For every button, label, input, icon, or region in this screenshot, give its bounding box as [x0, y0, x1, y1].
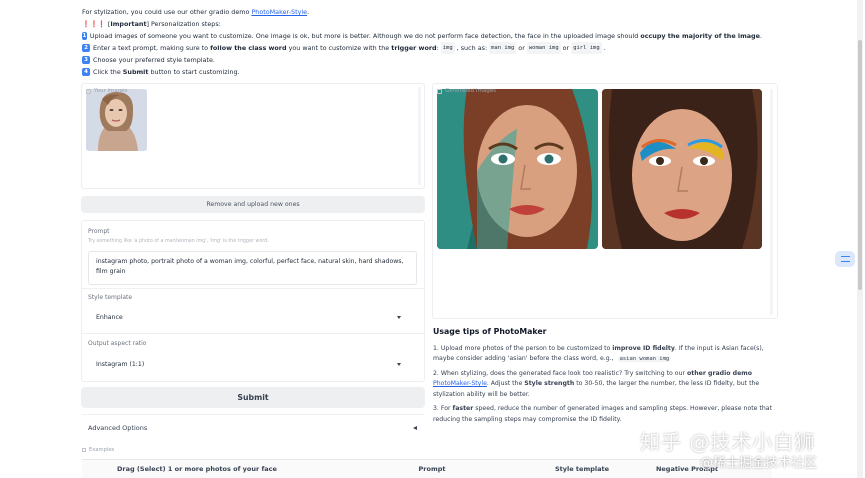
step-4-text-b: button to start customizing. [150, 68, 240, 76]
step-2-text-b: you want to customize with the [288, 44, 390, 52]
stylization-line: For stylization, you could use our other… [82, 6, 762, 18]
step-2: 2 Enter a text prompt, making sure to fo… [82, 42, 762, 54]
your-images-label: Your images [86, 88, 128, 94]
step-2-bold: follow the class word [210, 44, 287, 52]
step-1: 1 Upload images of someone you want to c… [82, 30, 762, 42]
tip-2-bold-2: Style strength [524, 380, 575, 387]
step-2-text: Enter a text prompt, making sure to [93, 44, 209, 52]
instructions: For stylization, you could use our other… [82, 6, 762, 78]
tip-2-text: 2. When stylizing, does the generated fa… [433, 369, 686, 377]
step-1-bold: occupy the majority of the image [640, 32, 760, 40]
step-4: 4 Click the Submit button to start custo… [82, 66, 762, 78]
step-2-colon: : [436, 44, 439, 52]
number-1-icon: 1 [82, 32, 87, 40]
step-1-end: . [759, 32, 762, 40]
important-line: ❗❗❗ [Important] Personalization steps: [82, 18, 762, 30]
aspect-ratio-select[interactable]: Instagram (1:1) [81, 355, 417, 373]
step-2-or-2: or [562, 44, 570, 52]
generated-image-1[interactable] [437, 89, 598, 249]
column-header: Drag (Select) 1 or more photos of your f… [117, 465, 277, 473]
list-icon [82, 448, 86, 452]
tip-3: 3. For faster speed, reduce the number o… [433, 404, 778, 425]
chevron-down-icon [397, 315, 401, 319]
prompt-hint: Try something like 'a photo of a man/wom… [88, 239, 269, 244]
tip-3-bold: faster [452, 405, 474, 412]
stylization-text: For stylization, you could use our other… [82, 8, 250, 16]
uploaded-face-thumbnail[interactable] [86, 89, 147, 151]
step-3-text: Choose your preferred style template. [93, 56, 215, 64]
watermark-juejin: @稀土掘金技术社区 [700, 456, 818, 471]
generated-images-text: Generated Images [445, 88, 497, 94]
important-word: Important [110, 20, 147, 28]
tip-1: 1. Upload more photos of the person to b… [433, 344, 778, 365]
tip-2-bold: other gradio demo [687, 369, 752, 377]
your-images-text: Your images [94, 88, 128, 94]
code-img: img [440, 42, 455, 54]
step-4-bold: Submit [122, 68, 149, 76]
number-4-icon: 4 [82, 68, 90, 76]
code-woman-img: woman img [526, 42, 561, 54]
advanced-options-accordion[interactable]: Advanced Options [81, 419, 425, 436]
warning-icon: ❗❗❗ [82, 20, 106, 28]
examples-text: Examples [89, 447, 115, 453]
generated-images-label: Generated Images [437, 88, 496, 94]
usage-tips: Usage tips of PhotoMaker 1. Upload more … [433, 327, 778, 429]
style-template-select[interactable]: Enhance [81, 308, 417, 326]
image-icon [86, 88, 91, 94]
step-4-text: Click the [93, 68, 121, 76]
prompt-label: Prompt [88, 228, 110, 235]
number-2-icon: 2 [82, 44, 90, 52]
step-2-trigger: trigger word [391, 44, 437, 52]
submit-button[interactable]: Submit [81, 387, 425, 408]
column-header: Prompt [418, 465, 446, 473]
aspect-ratio-label: Output aspect ratio [88, 340, 147, 347]
code-asian-woman-img: asian woman img [617, 356, 672, 362]
code-girl-img: girl img [571, 42, 602, 54]
prompt-input[interactable]: instagram photo, portrait photo of a wom… [88, 251, 417, 285]
stylization-suffix: . [307, 8, 310, 16]
step-1-text: Upload images of someone you want to cus… [89, 32, 639, 40]
generated-image-2[interactable] [602, 89, 762, 249]
tip-2-text-b: . Adjust the [486, 380, 523, 387]
tip-2: 2. When stylizing, does the generated fa… [433, 369, 778, 401]
step-2-or-1: or [518, 44, 525, 52]
chevron-down-icon [397, 362, 401, 366]
watermark-zhihu: 知乎 @技术小白狮 [640, 430, 816, 454]
generated-scrollbar[interactable] [770, 89, 773, 315]
divider [82, 288, 424, 289]
divider [82, 414, 424, 415]
gallery-scrollbar[interactable] [418, 87, 421, 185]
column-header: Style template [555, 465, 609, 473]
image-icon [437, 88, 442, 94]
caret-left-icon [413, 425, 417, 430]
usage-tips-title: Usage tips of PhotoMaker [433, 327, 547, 336]
style-template-value: Enhance [96, 313, 123, 321]
step-3: 3 Choose your preferred style template. [82, 54, 762, 66]
photomaker-style-link[interactable]: PhotoMaker-Style [251, 6, 307, 18]
tip-3-text-b: speed, reduce the number of generated im… [433, 405, 773, 423]
remove-upload-button[interactable]: Remove and upload new ones [81, 196, 425, 213]
number-3-icon: 3 [82, 56, 90, 64]
style-template-label: Style template [88, 294, 133, 301]
important-text: ] Personalization steps: [146, 20, 221, 28]
examples-label: Examples [82, 447, 114, 453]
page-scrollbar[interactable] [857, 0, 863, 478]
photomaker-style-link[interactable]: PhotoMaker-Style [433, 380, 487, 387]
aspect-ratio-value: Instagram (1:1) [96, 360, 145, 368]
floating-menu-icon[interactable] [835, 251, 855, 267]
scrollbar-thumb[interactable] [858, 40, 862, 290]
tip-3-text: 3. For [433, 405, 451, 412]
step-2-end: . [603, 44, 606, 52]
step-2-such-as: , such as: [456, 44, 488, 52]
divider [82, 333, 424, 334]
advanced-options-label: Advanced Options [88, 423, 148, 432]
examples-table-header: Drag (Select) 1 or more photos of your f… [82, 459, 772, 478]
tip-1-text: 1. Upload more photos of the person to b… [433, 344, 611, 352]
tip-1-bold: improve ID fidelty [612, 344, 675, 352]
code-man-img: man img [489, 42, 517, 54]
